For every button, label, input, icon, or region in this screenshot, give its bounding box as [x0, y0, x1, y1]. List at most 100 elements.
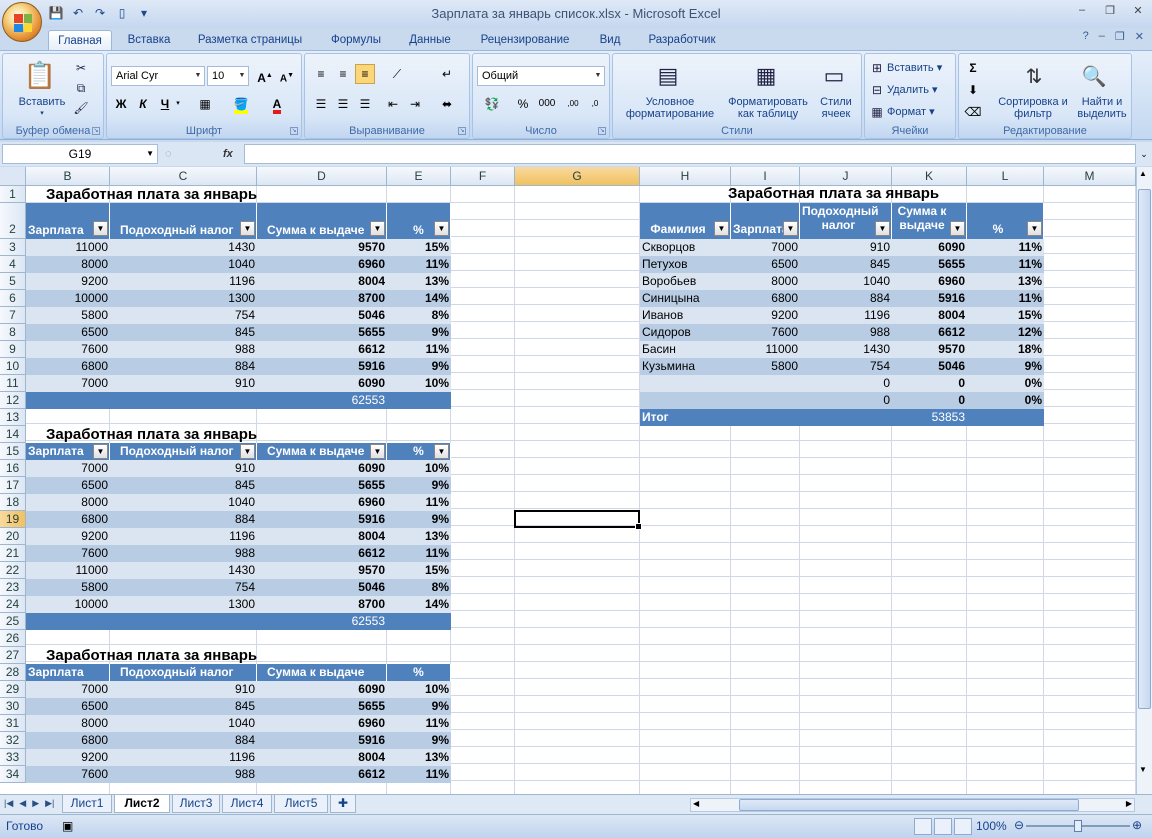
column-header-cell[interactable]: Подоходный налог	[110, 443, 257, 460]
table-cell[interactable]: 15%	[967, 307, 1044, 324]
column-header-b[interactable]: B	[26, 167, 110, 186]
horizontal-scroll-thumb[interactable]	[739, 799, 1079, 811]
table-cell[interactable]: 9%	[387, 324, 451, 341]
row-header-31[interactable]: 31	[0, 715, 26, 732]
last-sheet-icon[interactable]: ▶|	[45, 798, 54, 809]
row-header-13[interactable]: 13	[0, 409, 26, 426]
table-cell[interactable]: 8004	[257, 749, 387, 766]
format-cells-button[interactable]: Формат ▾	[887, 106, 953, 118]
vertical-scrollbar[interactable]: ▲ ▼	[1136, 167, 1152, 794]
filter-dropdown-icon[interactable]: ▼	[93, 221, 108, 236]
table-cell[interactable]: 8004	[257, 273, 387, 290]
table-cell[interactable]: 8000	[26, 494, 110, 511]
table-cell[interactable]: 11%	[387, 545, 451, 562]
row-header-1[interactable]: 1	[0, 186, 26, 203]
table-cell[interactable]: 11%	[387, 256, 451, 273]
table-cell[interactable]: 11000	[26, 239, 110, 256]
table-cell[interactable]: 845	[800, 256, 892, 273]
table-cell[interactable]: 1040	[800, 273, 892, 290]
table-cell[interactable]	[731, 375, 800, 392]
tab-formulas[interactable]: Формулы	[320, 30, 392, 50]
table-cell[interactable]: 9200	[26, 273, 110, 290]
table-cell[interactable]: 845	[110, 324, 257, 341]
row-header-7[interactable]: 7	[0, 307, 26, 324]
table-cell[interactable]: 884	[110, 732, 257, 749]
filter-dropdown-icon[interactable]: ▼	[950, 221, 965, 236]
sort-filter-icon[interactable]: ⇅	[1019, 60, 1049, 92]
table-cell[interactable]: 9200	[731, 307, 800, 324]
row-header-23[interactable]: 23	[0, 579, 26, 596]
table-cell[interactable]: 884	[800, 290, 892, 307]
row-header-26[interactable]: 26	[0, 630, 26, 647]
table-cell[interactable]: 884	[110, 511, 257, 528]
table-cell[interactable]: 11%	[967, 239, 1044, 256]
table-cell[interactable]: 7000	[26, 375, 110, 392]
page-layout-view-icon[interactable]	[934, 818, 952, 835]
column-header-f[interactable]: F	[451, 167, 515, 186]
table-cell[interactable]: 11%	[967, 290, 1044, 307]
table-cell[interactable]: 10%	[387, 375, 451, 392]
table-cell[interactable]: 6800	[26, 511, 110, 528]
row-header-32[interactable]: 32	[0, 732, 26, 749]
column-header-cell[interactable]: Сумма к выдаче	[257, 664, 387, 681]
total-value[interactable]: 62553	[257, 392, 387, 409]
table-cell[interactable]: 11%	[387, 494, 451, 511]
ribbon-restore-icon[interactable]: ❐	[1115, 30, 1125, 43]
format-as-table-icon[interactable]: ▦	[751, 60, 781, 92]
column-header-cell[interactable]: Подоходный налог	[110, 203, 257, 239]
wrap-text-icon[interactable]: ↵	[437, 64, 457, 84]
tab-data[interactable]: Данные	[400, 30, 460, 50]
font-size-select[interactable]: 10 ▼	[207, 66, 249, 86]
table-cell[interactable]: 6500	[26, 698, 110, 715]
table-cell[interactable]: 13%	[387, 528, 451, 545]
close-icon[interactable]: ✕	[1132, 4, 1144, 17]
table-cell[interactable]: 1300	[110, 290, 257, 307]
borders-icon[interactable]: ▦	[195, 94, 215, 114]
column-header-k[interactable]: K	[892, 167, 967, 186]
table-cell[interactable]: 9%	[387, 358, 451, 375]
table-cell[interactable]: 9%	[387, 477, 451, 494]
currency-icon[interactable]: 💱	[479, 94, 505, 114]
total-value[interactable]: 53853	[892, 409, 967, 426]
autosum-button[interactable]: Σ	[963, 58, 983, 78]
table-cell[interactable]: 1040	[110, 494, 257, 511]
sheet-tab-2[interactable]: Лист2	[114, 795, 170, 813]
column-header-e[interactable]: E	[387, 167, 451, 186]
table-cell[interactable]: 845	[110, 698, 257, 715]
conditional-formatting-button[interactable]: Условное форматирование	[615, 96, 725, 120]
column-header-cell[interactable]: Сумма к выдаче	[257, 443, 387, 460]
table-cell[interactable]: 988	[110, 341, 257, 358]
macro-record-icon[interactable]: ▣	[62, 819, 73, 833]
table-cell[interactable]: 6090	[892, 239, 967, 256]
row-header-6[interactable]: 6	[0, 290, 26, 307]
table-cell[interactable]: 1040	[110, 256, 257, 273]
table-cell[interactable]: 1196	[800, 307, 892, 324]
filter-dropdown-icon[interactable]: ▼	[1027, 221, 1042, 236]
table-cell[interactable]: 1196	[110, 528, 257, 545]
table-cell[interactable]: 7000	[26, 681, 110, 698]
table-cell[interactable]: 754	[110, 579, 257, 596]
table-cell[interactable]	[640, 392, 731, 409]
column-header-m[interactable]: M	[1044, 167, 1136, 186]
decrease-decimal-icon[interactable]: ,0	[585, 94, 605, 114]
row-header-27[interactable]: 27	[0, 647, 26, 664]
filter-dropdown-icon[interactable]: ▼	[370, 444, 385, 459]
office-button[interactable]	[2, 2, 42, 42]
sheet-tab-5[interactable]: Лист5	[274, 795, 328, 813]
table-cell[interactable]: 6800	[26, 358, 110, 375]
table-cell[interactable]	[731, 392, 800, 409]
row-header-22[interactable]: 22	[0, 562, 26, 579]
table-cell[interactable]: Кузьмина	[640, 358, 731, 375]
prev-sheet-icon[interactable]: ◀	[19, 798, 26, 809]
table-cell[interactable]: 7000	[26, 460, 110, 477]
number-launcher-icon[interactable]: ↘	[598, 127, 606, 135]
table-cell[interactable]: 5046	[892, 358, 967, 375]
tab-view[interactable]: Вид	[590, 30, 630, 50]
row-header-16[interactable]: 16	[0, 460, 26, 477]
row-header-11[interactable]: 11	[0, 375, 26, 392]
first-sheet-icon[interactable]: |◀	[4, 798, 13, 809]
table-cell[interactable]: 6960	[257, 715, 387, 732]
horizontal-scrollbar[interactable]: ◀ ▶	[690, 798, 1135, 812]
table-cell[interactable]: 15%	[387, 562, 451, 579]
table-cell[interactable]: 11000	[26, 562, 110, 579]
